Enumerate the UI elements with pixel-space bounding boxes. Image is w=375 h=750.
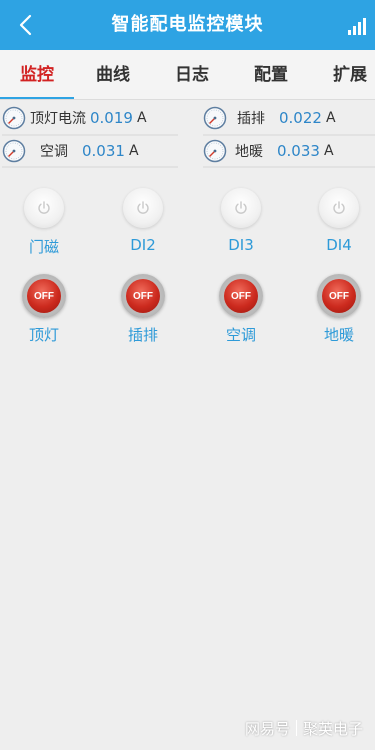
- relay-toggle-button[interactable]: OFF: [121, 274, 165, 318]
- reading-unit: A: [136, 110, 147, 126]
- reading-power-strip-current: 插排 0.022 A: [203, 104, 336, 132]
- reading-unit: A: [323, 143, 334, 159]
- digital-input-di3[interactable]: DI3: [211, 188, 271, 254]
- power-icon: [24, 188, 64, 228]
- digital-input-di2[interactable]: DI2: [113, 188, 173, 254]
- reading-label: 空调: [40, 144, 68, 160]
- relay-label: 顶灯: [28, 326, 59, 344]
- relay-state: OFF: [322, 279, 356, 313]
- relay-state: OFF: [27, 279, 61, 313]
- digital-input-door-sensor[interactable]: 门磁: [14, 188, 74, 257]
- digital-input-label: DI4: [326, 236, 352, 254]
- tab-monitor[interactable]: 监控: [0, 50, 74, 99]
- gauge-icon: [2, 139, 26, 163]
- signal-bars-icon: [347, 16, 367, 36]
- relay-aircon[interactable]: OFF 空调: [211, 274, 271, 345]
- watermark-right: 聚英电子: [302, 719, 363, 738]
- relay-ceiling-light[interactable]: OFF 顶灯: [14, 274, 74, 345]
- gauge-icon: [2, 106, 26, 130]
- tab-config[interactable]: 配置: [234, 50, 308, 99]
- divider: [2, 166, 178, 168]
- reading-unit: A: [128, 143, 139, 159]
- divider: [203, 166, 375, 168]
- relay-label: 空调: [225, 326, 256, 344]
- tab-curve[interactable]: 曲线: [76, 50, 150, 99]
- relay-toggle-button[interactable]: OFF: [22, 274, 66, 318]
- relay-state: OFF: [224, 279, 258, 313]
- reading-value: 0.033: [277, 142, 320, 160]
- reading-label: 地暖: [235, 144, 263, 160]
- gauge-icon: [203, 139, 227, 163]
- power-icon: [123, 188, 163, 228]
- reading-value: 0.019: [90, 109, 133, 127]
- tab-extend[interactable]: 扩展: [313, 50, 375, 99]
- app-header: 智能配电监控模块: [0, 0, 375, 50]
- active-tab-indicator: [0, 97, 74, 99]
- reading-label: 插排: [237, 111, 265, 127]
- digital-input-label: 门磁: [28, 238, 59, 256]
- power-icon: [221, 188, 261, 228]
- divider: [2, 134, 178, 136]
- reading-floor-heating-current: 地暖 0.033 A: [203, 137, 334, 165]
- tab-bar: 监控 曲线 日志 配置 扩展: [0, 50, 375, 100]
- power-icon: [319, 188, 359, 228]
- relay-toggle-button[interactable]: OFF: [219, 274, 263, 318]
- reading-unit: A: [325, 110, 336, 126]
- relay-toggle-button[interactable]: OFF: [317, 274, 361, 318]
- watermark-left: 网易号: [244, 719, 290, 738]
- tab-log[interactable]: 日志: [155, 50, 229, 99]
- reading-ceiling-light-current: 顶灯电流 0.019 A: [2, 104, 147, 132]
- page-title: 智能配电监控模块: [111, 14, 264, 35]
- watermark: 网易号 聚英电子: [245, 716, 363, 740]
- relay-label: 地暖: [323, 326, 354, 344]
- divider: [203, 134, 375, 136]
- reading-value: 0.031: [82, 142, 125, 160]
- watermark-separator: [295, 720, 297, 736]
- relay-state: OFF: [126, 279, 160, 313]
- relay-floor-heating[interactable]: OFF 地暖: [309, 274, 369, 345]
- reading-value: 0.022: [279, 109, 322, 127]
- relay-label: 插排: [127, 326, 158, 344]
- relay-power-strip[interactable]: OFF 插排: [113, 274, 173, 345]
- reading-aircon-current: 空调 0.031 A: [2, 137, 139, 165]
- digital-input-label: DI2: [130, 236, 156, 254]
- gauge-icon: [203, 106, 227, 130]
- reading-label: 顶灯电流: [30, 111, 86, 127]
- digital-input-label: DI3: [228, 236, 254, 254]
- digital-input-di4[interactable]: DI4: [309, 188, 369, 254]
